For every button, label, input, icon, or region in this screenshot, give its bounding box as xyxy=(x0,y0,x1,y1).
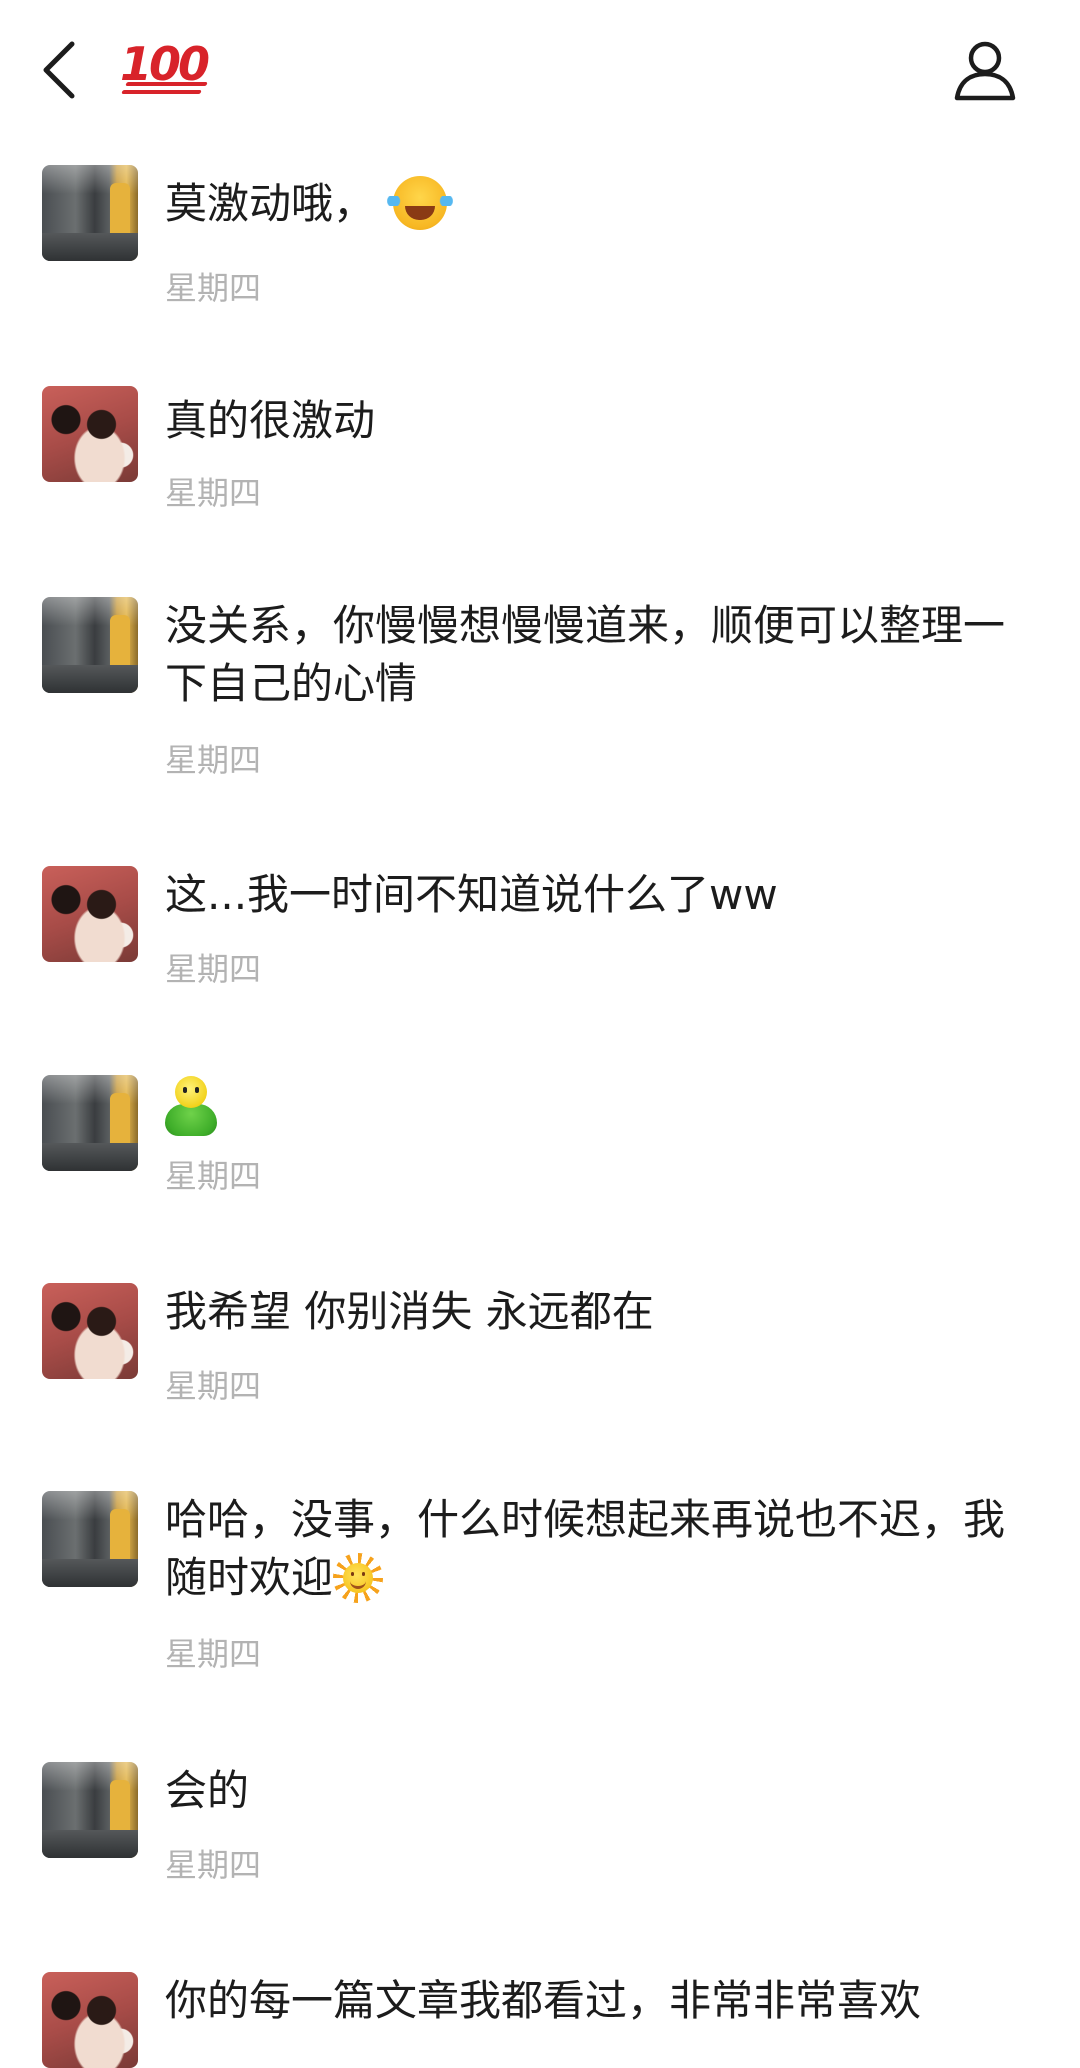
message-text: 真的很激动 xyxy=(165,396,376,445)
avatar[interactable] xyxy=(42,386,138,482)
sun-face-emoji-icon xyxy=(333,1552,384,1603)
message-text: 我希望 你别消失 永远都在 xyxy=(165,1287,654,1336)
hundred-underline-top xyxy=(125,82,208,86)
profile-button[interactable] xyxy=(950,36,1020,106)
person-icon xyxy=(954,41,1016,101)
message-time: 星期四 xyxy=(165,950,262,988)
message-text: 哈哈，没事，什么时候想起来再说也不迟，我随时欢迎 xyxy=(165,1495,1006,1603)
avatar[interactable] xyxy=(42,1972,138,2068)
message-text: 这...我一时间不知道说什么了ww xyxy=(165,870,778,919)
avatar[interactable] xyxy=(42,1762,138,1858)
back-button[interactable] xyxy=(30,30,90,110)
message-time: 星期四 xyxy=(165,269,262,307)
chevron-left-icon xyxy=(43,41,75,99)
message-text: 莫激动哦， xyxy=(165,175,1045,233)
avatar[interactable] xyxy=(42,597,138,693)
message-text: 会的 xyxy=(165,1766,250,1815)
message-text: 你的每一篇文章我都看过，非常非常喜欢 xyxy=(165,1976,922,2025)
avatar[interactable] xyxy=(42,165,138,261)
chat-title-emoji: 100 xyxy=(120,28,210,100)
green-buddy-emoji-icon xyxy=(165,1075,217,1138)
message-time: 星期四 xyxy=(165,1846,262,1884)
chat-header: 100 xyxy=(0,0,1080,140)
message-time: 星期四 xyxy=(165,474,262,512)
message-time: 星期四 xyxy=(165,1367,262,1405)
message-text xyxy=(165,1075,1045,1138)
laughing-tears-emoji-icon xyxy=(387,175,454,230)
avatar[interactable] xyxy=(42,1491,138,1587)
avatar[interactable] xyxy=(42,866,138,962)
avatar[interactable] xyxy=(42,1075,138,1171)
avatar[interactable] xyxy=(42,1283,138,1379)
message-time: 星期四 xyxy=(165,1157,262,1195)
message-time: 星期四 xyxy=(165,741,262,779)
message-text: 没关系，你慢慢想慢慢道来，顺便可以整理一下自己的心情 xyxy=(165,601,1006,708)
message-time: 星期四 xyxy=(165,1635,262,1673)
hundred-underline-bottom xyxy=(121,90,202,94)
